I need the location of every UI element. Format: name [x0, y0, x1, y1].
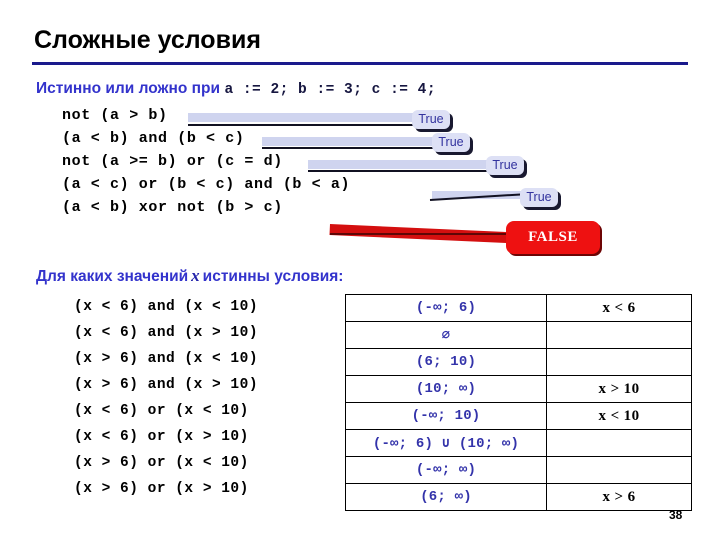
question-2-text-before: Для каких значений: [36, 268, 189, 285]
interval-cell: (6; ∞): [345, 483, 547, 511]
interval-cell: (-∞; ∞): [345, 456, 547, 484]
interval-cell: (10; ∞): [345, 375, 547, 403]
title-divider: [32, 62, 688, 65]
interval-cell: (-∞; 6) ∪ (10; ∞): [345, 429, 547, 457]
table-row: (-∞; 6) x < 6: [345, 294, 692, 322]
answer-cell: x < 6: [546, 294, 692, 322]
condition-expression: (x > 6) and (x < 10): [74, 351, 259, 367]
callout-tail-false-edge: [330, 233, 512, 235]
result-badge-true: True: [412, 110, 450, 129]
question-2-prompt: Для каких значений x истинны условия:: [36, 266, 343, 286]
page-title: Сложные условия: [34, 26, 261, 54]
table-row: ∅: [345, 321, 692, 349]
interval-cell: (-∞; 6): [345, 294, 547, 322]
table-row: (-∞; 6) ∪ (10; ∞): [345, 429, 692, 457]
condition-expression: (x < 6) or (x > 10): [74, 429, 249, 445]
callout-tail: [262, 147, 438, 149]
callout-tail: [188, 124, 418, 126]
answer-cell: [546, 456, 692, 484]
conditions-table: (-∞; 6) x < 6 ∅ (6; 10) (10; ∞) x > 10 (…: [345, 294, 692, 511]
question-1-code: a := 2; b := 3; c := 4;: [224, 82, 437, 98]
expression-line: not (a >= b) or (c = d): [62, 153, 283, 170]
answer-cell: [546, 429, 692, 457]
question-2-text-after: истинны условия:: [202, 268, 344, 285]
callout-tail-shadow: [188, 113, 418, 122]
answer-cell: x < 10: [546, 402, 692, 430]
expression-line: (a < b) xor not (b > c): [62, 199, 283, 216]
interval-cell: (-∞; 10): [345, 402, 547, 430]
callout-tail-shadow: [308, 160, 490, 169]
page-number: 38: [669, 508, 683, 522]
table-row: (-∞; ∞): [345, 456, 692, 484]
condition-expression: (x > 6) or (x > 10): [74, 481, 249, 497]
callout-tail: [308, 170, 490, 172]
condition-expression: (x > 6) or (x < 10): [74, 455, 249, 471]
result-badge-true: True: [486, 156, 524, 175]
callout-tail-shadow: [262, 137, 438, 146]
condition-expression: (x > 6) and (x > 10): [74, 377, 259, 393]
interval-cell: (6; 10): [345, 348, 547, 376]
table-row: (10; ∞) x > 10: [345, 375, 692, 403]
table-row: (6; ∞) x > 6: [345, 483, 692, 511]
expression-line: (a < b) and (b < c): [62, 130, 245, 147]
question-1-text: Истинно или ложно при: [36, 80, 220, 97]
variable-x: x: [191, 266, 200, 285]
answer-cell: x > 10: [546, 375, 692, 403]
table-row: (6; 10): [345, 348, 692, 376]
answer-cell: [546, 348, 692, 376]
result-badge-true: True: [432, 133, 470, 152]
table-row: (-∞; 10) x < 10: [345, 402, 692, 430]
question-1-prompt: Истинно или ложно при a := 2; b := 3; c …: [36, 80, 436, 98]
condition-expression: (x < 6) and (x < 10): [74, 299, 259, 315]
result-badge-false: FALSE: [506, 221, 600, 254]
expression-line: not (a > b): [62, 107, 168, 124]
expression-line: (a < c) or (b < c) and (b < a): [62, 176, 351, 193]
answer-cell: [546, 321, 692, 349]
condition-expression: (x < 6) and (x > 10): [74, 325, 259, 341]
answer-cell: x > 6: [546, 483, 692, 511]
interval-cell: ∅: [345, 321, 547, 349]
result-badge-true: True: [520, 188, 558, 207]
condition-expression: (x < 6) or (x < 10): [74, 403, 249, 419]
